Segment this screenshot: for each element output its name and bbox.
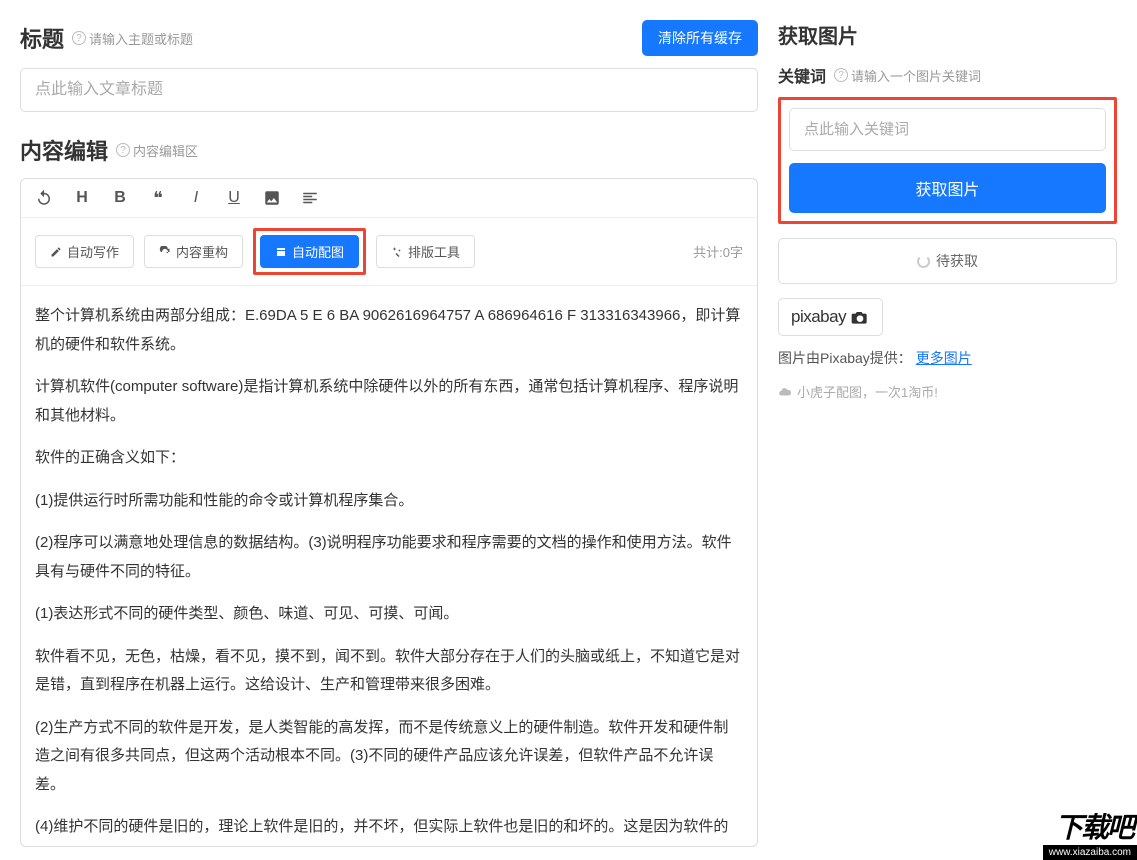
align-icon[interactable] [301,189,319,207]
image-icon[interactable] [263,189,281,207]
action-toolbar: 自动写作 内容重构 自动配图 排版工具 [21,218,757,286]
auto-image-button[interactable]: 自动配图 [260,235,359,268]
watermark: 下载吧 www.xiazaiba.com [957,780,1137,860]
article-title-input[interactable] [20,68,758,112]
keyword-input[interactable] [789,108,1106,151]
clear-cache-button[interactable]: 清除所有缓存 [642,20,758,56]
content-paragraph: 计算机软件(computer software)是指计算机系统中除硬件以外的所有… [35,373,743,430]
keyword-hint: ? 请输入一个图片关键词 [834,66,981,85]
content-paragraph: (1)提供运行时所需功能和性能的命令或计算机程序集合。 [35,487,743,516]
wand-icon [391,246,403,258]
question-icon: ? [72,31,86,45]
pending-status: 待获取 [778,238,1117,284]
title-label: 标题 [20,22,64,54]
underline-icon[interactable]: U [225,189,243,207]
watermark-url: www.xiazaiba.com [1043,845,1137,860]
question-icon: ? [834,68,848,82]
layout-tool-button[interactable]: 排版工具 [376,235,475,268]
format-toolbar: H B ❝ I U [21,179,757,218]
card-icon [275,246,287,258]
word-count: 共计:0字 [693,242,743,261]
italic-icon[interactable]: I [187,189,205,207]
auto-write-button[interactable]: 自动写作 [35,235,134,268]
title-section-header: 标题 ? 请输入主题或标题 清除所有缓存 [20,20,758,56]
question-icon: ? [116,143,130,157]
content-paragraph: (2)生产方式不同的软件是开发，是人类智能的高发挥，而不是传统意义上的硬件制造。… [35,714,743,800]
spinner-icon [917,255,930,268]
content-paragraph: (2)程序可以满意地处理信息的数据结构。(3)说明程序功能要求和程序需要的文档的… [35,529,743,586]
watermark-logo: 下载吧 [1055,806,1133,846]
more-images-link[interactable]: 更多图片 [916,350,972,366]
camera-icon [850,310,870,324]
content-paragraph: 软件的正确含义如下： [35,444,743,473]
cloud-icon [778,385,792,399]
content-paragraph: 整个计算机系统由两部分组成：E.69DA 5 E 6 BA 9062616964… [35,302,743,359]
editor-body[interactable]: 整个计算机系统由两部分组成：E.69DA 5 E 6 BA 9062616964… [21,286,757,846]
editor-label: 内容编辑 [20,134,108,166]
pixabay-badge: pixabay [778,298,883,336]
keyword-label: 关键词 [778,63,826,87]
editor-container: H B ❝ I U 自动写作 内容重构 [20,178,758,847]
bold-icon[interactable]: B [111,189,129,207]
fetch-image-title: 获取图片 [778,20,1117,49]
heading-icon[interactable]: H [73,189,91,207]
tip-row: 小虎子配图，一次1淘币! [778,382,1117,401]
content-paragraph: (1)表达形式不同的硬件类型、颜色、味道、可见、可摸、可闻。 [35,600,743,629]
undo-icon[interactable] [35,189,53,207]
restructure-button[interactable]: 内容重构 [144,235,243,268]
pencil-icon [50,246,62,258]
auto-image-highlight: 自动配图 [253,228,366,275]
editor-hint: ? 内容编辑区 [116,141,198,160]
quote-icon[interactable]: ❝ [149,189,167,207]
fetch-image-button[interactable]: 获取图片 [789,163,1106,213]
keyword-highlight-box: 获取图片 [778,97,1117,224]
content-paragraph: 软件看不见，无色，枯燥，看不见，摸不到，闻不到。软件大部分存在于人们的头脑或纸上… [35,643,743,700]
image-credit: 图片由Pixabay提供： 更多图片 [778,348,1117,368]
title-hint: ? 请输入主题或标题 [72,29,193,48]
content-paragraph: (4)维护不同的硬件是旧的，理论上软件是旧的，并不坏，但实际上软件也是旧的和坏的… [35,813,743,846]
refresh-icon [159,246,171,258]
